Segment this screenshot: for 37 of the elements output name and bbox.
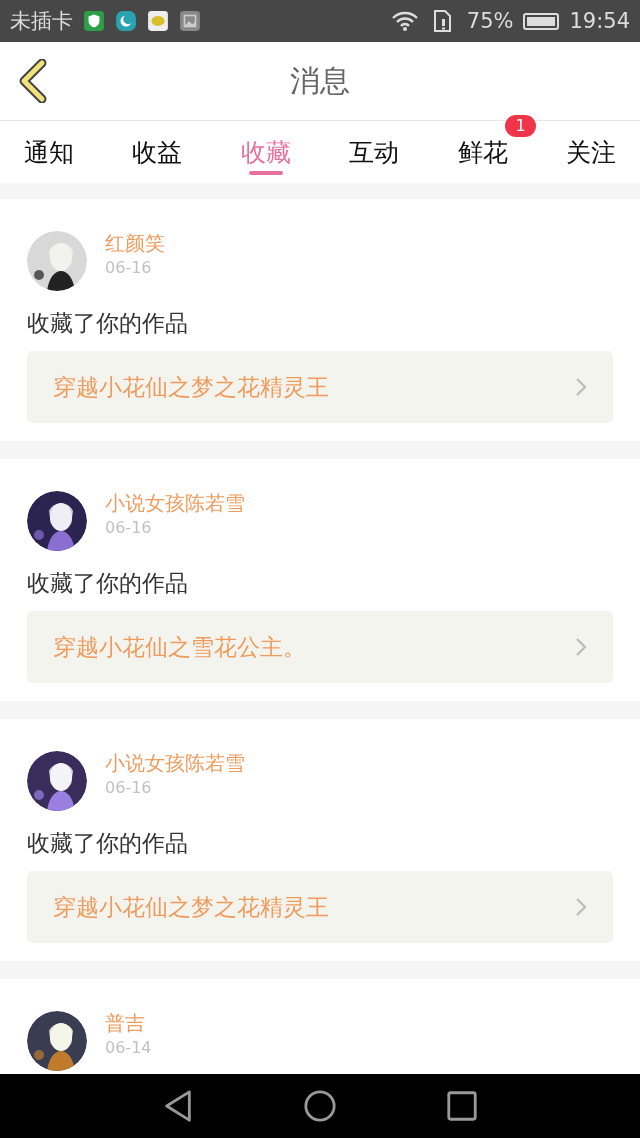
- work-link[interactable]: 穿越小花仙之雪花公主。: [27, 611, 613, 683]
- work-link[interactable]: 穿越小花仙之梦之花精灵王: [27, 351, 613, 423]
- user-name[interactable]: 小说女孩陈若雪: [105, 751, 245, 775]
- tab[interactable]: 关注: [565, 121, 616, 183]
- tab[interactable]: 鲜花: [457, 121, 508, 183]
- tab[interactable]: 收藏: [240, 121, 291, 183]
- user-name[interactable]: 普吉: [105, 1011, 152, 1035]
- image-app-icon: [179, 10, 201, 32]
- tab[interactable]: 互动: [349, 121, 400, 183]
- count-badge: 1: [505, 115, 536, 137]
- tab[interactable]: 通知: [24, 121, 74, 183]
- message-date: 06-16: [105, 259, 153, 277]
- recents-square-icon[interactable]: [445, 1089, 479, 1123]
- home-circle-icon[interactable]: [303, 1089, 337, 1123]
- carrier-text: 未插卡: [10, 8, 73, 35]
- chevron-right-icon: [575, 377, 587, 397]
- back-icon[interactable]: [18, 59, 48, 103]
- chat-app-icon: [147, 10, 169, 32]
- chevron-right-icon: [575, 637, 587, 657]
- tab[interactable]: 收益: [132, 121, 183, 183]
- message-text: 收藏了你的作品: [27, 829, 189, 857]
- clock-time: 19:54: [569, 9, 630, 33]
- message-date: 06-16: [105, 779, 153, 797]
- message-text: 收藏了你的作品: [27, 309, 189, 337]
- message-text: 收藏了你的作品: [27, 569, 189, 597]
- battery-percent: 75%: [466, 9, 514, 33]
- message-date: 06-14: [105, 1039, 152, 1057]
- message-date: 06-16: [105, 519, 153, 537]
- user-name[interactable]: 红颜笑: [105, 231, 165, 255]
- moon-app-icon: [115, 10, 137, 32]
- chevron-right-icon: [575, 897, 587, 917]
- battery-icon: [523, 12, 560, 30]
- page-title: 消息: [290, 61, 350, 100]
- shield-app-icon: [83, 10, 105, 32]
- user-name[interactable]: 小说女孩陈若雪: [105, 491, 245, 515]
- work-link[interactable]: 穿越小花仙之梦之花精灵王: [27, 871, 613, 943]
- wifi-icon: [390, 9, 419, 33]
